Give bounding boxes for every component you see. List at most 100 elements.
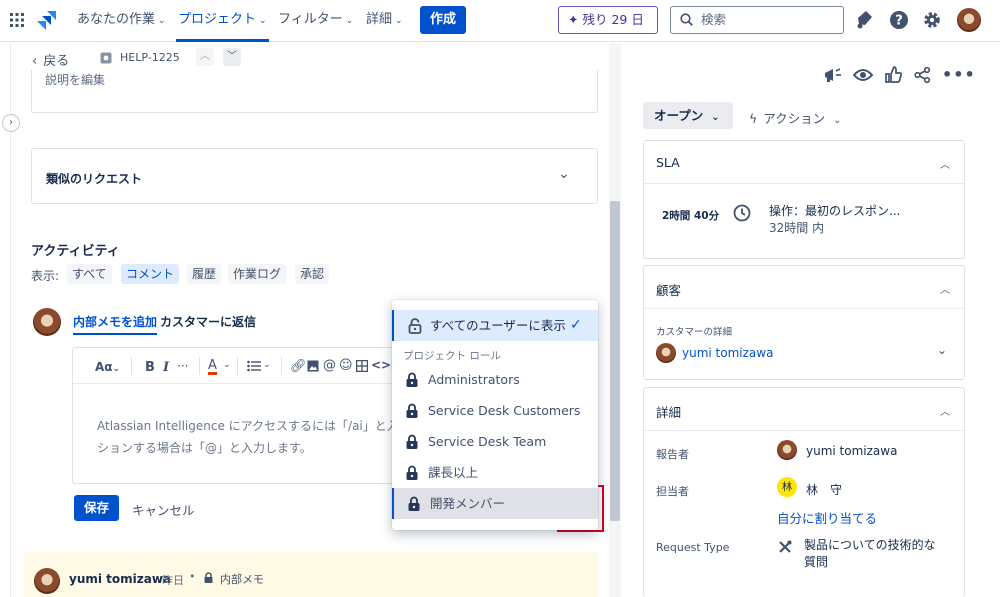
search-placeholder: 検索 <box>701 12 727 27</box>
scrollbar-thumb[interactable] <box>610 201 620 521</box>
lightning-icon: ϟ <box>749 111 758 126</box>
chevron-up-icon[interactable]: ︿ <box>940 156 950 171</box>
request-type-label: Request Type <box>656 541 730 554</box>
chevron-up-icon: ︿ <box>200 51 210 62</box>
placeholder-line-1: Atlassian Intelligence にアクセスするには「/ai」と入力 <box>97 419 393 433</box>
chevron-down-icon[interactable]: ⌄ <box>263 360 271 370</box>
share-icon[interactable] <box>914 67 931 83</box>
assignee-label: 担当者 <box>656 485 689 498</box>
cancel-button[interactable]: キャンセル <box>132 500 195 519</box>
filter-history[interactable]: 履歴 <box>187 264 222 284</box>
more-actions-icon[interactable]: ••• <box>942 65 976 84</box>
actions-label: アクション <box>763 111 826 126</box>
filter-worklog[interactable]: 作業ログ <box>228 264 287 284</box>
text-color-button[interactable]: A <box>208 359 217 375</box>
code-icon[interactable]: <> <box>371 358 391 372</box>
next-issue-button[interactable]: ﹀ <box>223 48 241 66</box>
nav-filters[interactable]: フィルター ⌄ <box>278 0 353 42</box>
description-field[interactable]: 説明を編集 <box>31 70 598 113</box>
link-icon[interactable]: 🔗︎ <box>290 359 307 374</box>
menu-item-role-service-desk-customers[interactable]: Service Desk Customers <box>392 395 598 426</box>
filter-comments[interactable]: コメント <box>121 264 180 284</box>
text-style-button[interactable]: Aα⌄ <box>95 360 120 374</box>
customer-name-link[interactable]: yumi tomizawa <box>682 346 773 360</box>
request-type-value-line-2[interactable]: 質問 <box>804 553 828 570</box>
lock-icon <box>406 434 418 449</box>
similar-requests-panel[interactable]: 類似のリクエスト ⌄ <box>31 148 598 204</box>
reporter-label: 報告者 <box>656 448 689 461</box>
mention-icon[interactable]: @ <box>323 358 336 373</box>
menu-item-all-users[interactable]: すべてのユーザーに表示 ✓ <box>392 310 598 341</box>
italic-button[interactable]: I <box>163 360 169 375</box>
menu-item-role-section-chief[interactable]: 課長以上 <box>392 457 598 488</box>
issue-sidebar: ••• オープン ⌄ ϟ アクション ⌄ SLA ︿ 2時間 40分 操作：最初のレス… <box>626 43 1000 597</box>
menu-item-label: Service Desk Customers <box>428 403 581 418</box>
menu-item-role-administrators[interactable]: Administrators <box>392 364 598 395</box>
chevron-down-icon[interactable]: ⌄ <box>558 166 570 182</box>
chevron-down-icon: ⌄ <box>711 112 720 123</box>
help-icon[interactable]: ? <box>889 10 909 30</box>
chevron-down-icon[interactable]: ⌄ <box>937 343 947 357</box>
unlock-icon <box>408 318 422 334</box>
reporter-name[interactable]: yumi tomizawa <box>806 444 897 458</box>
feedback-megaphone-icon[interactable] <box>823 67 843 83</box>
more-formatting-button[interactable]: ··· <box>177 359 188 373</box>
lock-icon <box>406 372 418 387</box>
create-button[interactable]: 作成 <box>420 6 466 34</box>
image-icon[interactable] <box>307 360 319 372</box>
panel-divider <box>644 183 964 184</box>
clock-icon <box>733 204 751 222</box>
nav-your-work-label: あなたの作業 <box>77 12 156 27</box>
tab-reply-customer[interactable]: カスタマーに返信 <box>160 313 256 330</box>
notifications-icon[interactable] <box>856 10 874 30</box>
comment-time: 昨日 <box>162 574 184 587</box>
nav-your-work[interactable]: あなたの作業 ⌄ <box>77 0 166 42</box>
profile-avatar[interactable] <box>957 8 981 32</box>
chevron-down-icon: ⌄ <box>833 115 842 126</box>
search-input[interactable]: 検索 <box>670 6 844 34</box>
nav-projects-label: プロジェクト <box>178 12 257 27</box>
back-link[interactable]: ‹ 戻る <box>32 50 69 69</box>
nav-projects[interactable]: プロジェクト ⌄ <box>176 0 269 42</box>
sla-panel: SLA ︿ 2時間 40分 操作：最初のレスポン... 32時間 内 <box>643 140 965 259</box>
issue-main-panel: › ‹ 戻る HELP-1225 ︿ ﹀ 説明を編集 類似のリクエスト ⌄ アクテ… <box>0 43 625 597</box>
filter-all[interactable]: すべて <box>67 264 112 284</box>
nav-more[interactable]: 詳細 ⌄ <box>366 0 403 42</box>
watch-eye-icon[interactable] <box>853 68 873 82</box>
bullet-list-icon[interactable] <box>247 360 261 372</box>
emoji-icon[interactable]: ☺ <box>339 358 353 373</box>
filter-approvals[interactable]: 承認 <box>295 264 330 284</box>
menu-item-label: 課長以上 <box>428 465 479 480</box>
menu-item-role-service-desk-team[interactable]: Service Desk Team <box>392 426 598 457</box>
panel-divider <box>644 430 964 431</box>
jira-logo-icon[interactable] <box>36 10 58 32</box>
table-icon[interactable] <box>356 360 368 372</box>
text-style-label: Aα <box>95 360 113 374</box>
assignee-name[interactable]: 林 守 <box>806 481 842 498</box>
bold-button[interactable]: B <box>145 360 155 375</box>
status-label: オープン <box>654 108 704 123</box>
previous-issue-button[interactable]: ︿ <box>196 48 214 66</box>
chevron-right-icon: › <box>9 117 13 128</box>
chevron-up-icon[interactable]: ︿ <box>940 281 950 296</box>
settings-icon[interactable] <box>922 10 942 30</box>
trial-button[interactable]: ✦ 残り 29 日 <box>558 6 658 34</box>
menu-item-label: Administrators <box>428 372 520 387</box>
assign-to-me-link[interactable]: 自分に割り当てる <box>777 508 877 527</box>
save-button[interactable]: 保存 <box>74 495 119 521</box>
activity-title: アクティビティ <box>31 244 120 259</box>
top-navigation: あなたの作業 ⌄ プロジェクト ⌄ フィルター ⌄ 詳細 ⌄ 作成 ✦ 残り 29 日 検… <box>0 0 1000 42</box>
status-button[interactable]: オープン ⌄ <box>643 102 733 129</box>
request-type-value-line-1[interactable]: 製品についての技術的な <box>804 536 936 553</box>
app-switcher-icon[interactable] <box>10 13 24 27</box>
issue-key[interactable]: HELP-1225 <box>120 51 180 64</box>
menu-item-label: すべてのユーザーに表示 <box>430 318 566 333</box>
chevron-down-icon[interactable]: ⌄ <box>223 360 231 370</box>
expand-sidebar-button[interactable]: › <box>2 114 20 132</box>
comment-author[interactable]: yumi tomizawa <box>69 572 171 586</box>
tab-internal-note[interactable]: 内部メモを追加 <box>73 313 158 335</box>
chevron-up-icon[interactable]: ︿ <box>940 403 950 418</box>
menu-item-role-dev-members[interactable]: 開発メンバー <box>392 488 598 519</box>
vote-thumbs-up-icon[interactable] <box>885 66 902 83</box>
actions-button[interactable]: ϟ アクション ⌄ <box>749 108 842 127</box>
